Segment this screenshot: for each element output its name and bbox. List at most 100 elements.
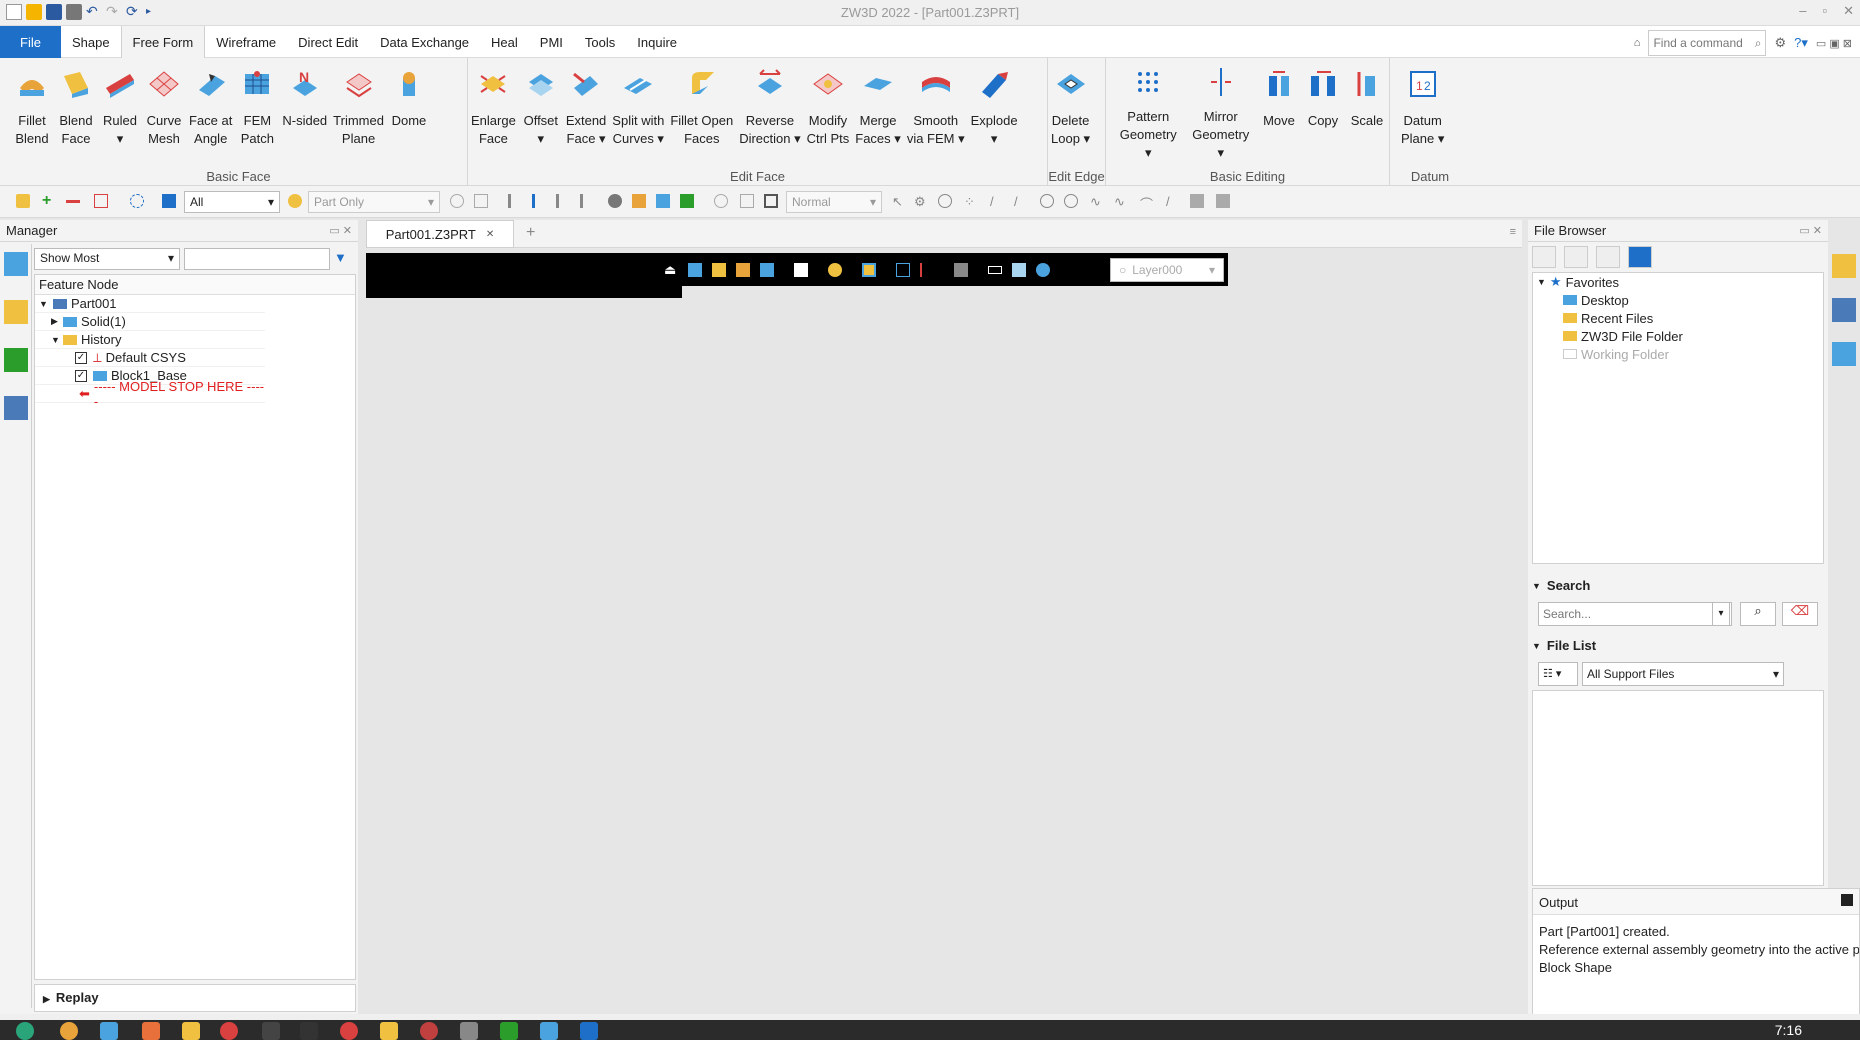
face-at-angle-button[interactable]: Face at Angle xyxy=(186,62,235,162)
tab-wireframe[interactable]: Wireframe xyxy=(205,26,287,58)
surface2-icon[interactable] xyxy=(1216,194,1230,208)
app-icon[interactable] xyxy=(500,1022,518,1040)
expand-arrow-icon[interactable]: ▶ xyxy=(51,316,63,327)
render-icon[interactable] xyxy=(680,194,694,208)
view-mode-select[interactable]: ☷ ▾ xyxy=(1538,662,1578,686)
part-filter-icon[interactable] xyxy=(288,194,302,208)
smooth-via-fem-button[interactable]: Smooth via FEM ▾ xyxy=(904,62,968,162)
palette-tab-icon[interactable] xyxy=(1832,298,1856,322)
lasso-icon[interactable] xyxy=(130,194,144,208)
tab-pmi[interactable]: PMI xyxy=(529,26,574,58)
dome-button[interactable]: Dome xyxy=(387,62,431,162)
pattern-geometry-button[interactable]: Pattern Geometry ▾ xyxy=(1112,62,1185,162)
fem-patch-button[interactable]: FEM Patch xyxy=(235,62,279,162)
tree-node-solid[interactable]: ▶ Solid(1) xyxy=(35,313,265,331)
maximize-icon[interactable]: ▫ xyxy=(1822,3,1827,19)
app-icon[interactable] xyxy=(262,1022,280,1040)
tree-item-desktop[interactable]: Desktop xyxy=(1533,291,1823,309)
layer-toggle-icon[interactable] xyxy=(1036,263,1050,277)
snap-icon[interactable] xyxy=(450,194,464,208)
fillet-open-faces-button[interactable]: Fillet Open Faces xyxy=(667,62,736,162)
tree-node-history[interactable]: ▼ History xyxy=(35,331,265,349)
zw3d-icon[interactable] xyxy=(580,1022,598,1040)
datum-plane-button[interactable]: 1 2 Datum Plane ▾ xyxy=(1398,62,1447,162)
funnel-icon[interactable]: ▼ xyxy=(334,250,347,265)
delete-loop-button[interactable]: Delete Loop ▾ xyxy=(1048,62,1093,162)
modify-ctrl-pts-button[interactable]: Modify Ctrl Pts xyxy=(804,62,853,162)
app-icon[interactable] xyxy=(60,1022,78,1040)
doc-tab-part001[interactable]: Part001.Z3PRT ✕ xyxy=(366,220,514,248)
dimension-icon[interactable] xyxy=(920,263,934,277)
n-sided-button[interactable]: N N-sided xyxy=(279,62,330,162)
sun-icon[interactable] xyxy=(828,263,842,277)
file-search-input[interactable]: Search... xyxy=(1538,602,1732,626)
assembly-tab-icon[interactable] xyxy=(4,300,28,324)
remove-icon[interactable] xyxy=(66,200,80,203)
distribute-icon[interactable] xyxy=(580,194,594,208)
copy-button[interactable]: Copy xyxy=(1301,62,1345,162)
tab-data-exchange[interactable]: Data Exchange xyxy=(369,26,480,58)
window-ctrl-small-icons[interactable]: ▭ ▣ ⊠ xyxy=(1816,37,1852,50)
filter-select[interactable]: All ▾ xyxy=(184,191,280,213)
blend-face-button[interactable]: Blend Face xyxy=(54,62,98,162)
render-mode-select[interactable]: Normal ▾ xyxy=(786,191,882,213)
search-dropdown-arrow[interactable]: ▾ xyxy=(1712,602,1730,626)
pick-icon[interactable] xyxy=(16,194,30,208)
pencil-icon[interactable] xyxy=(712,263,726,277)
display-icon[interactable] xyxy=(954,263,968,277)
show-most-select[interactable]: Show Most ▾ xyxy=(34,248,180,270)
view-icon[interactable] xyxy=(656,194,670,208)
refresh-icon[interactable] xyxy=(1628,246,1652,268)
surface-icon[interactable] xyxy=(1190,194,1204,208)
search-section-header[interactable]: ▼ Search xyxy=(1532,578,1590,593)
tree-filter-input[interactable] xyxy=(184,248,330,270)
box-icon[interactable] xyxy=(760,263,774,277)
tab-heal[interactable]: Heal xyxy=(480,26,529,58)
close-tab-icon[interactable]: ✕ xyxy=(486,229,494,240)
cursor-icon[interactable]: ↖ xyxy=(892,194,906,209)
view-manager-tab-icon[interactable] xyxy=(4,348,28,372)
section-icon[interactable] xyxy=(896,263,910,277)
part-filter-select[interactable]: Part Only ▾ xyxy=(308,191,440,213)
stop-icon[interactable] xyxy=(764,194,778,208)
app-icon[interactable] xyxy=(460,1022,478,1040)
view-cube-icon[interactable] xyxy=(688,263,702,277)
output-stop-icon[interactable] xyxy=(1841,894,1853,906)
arc-icon[interactable]: ⌒ xyxy=(1140,194,1154,212)
app-icon[interactable] xyxy=(540,1022,558,1040)
file-type-select[interactable]: All Support Files ▾ xyxy=(1582,662,1784,686)
scale-button[interactable]: Scale xyxy=(1345,62,1389,162)
tab-menu-icon[interactable]: ≡ xyxy=(1510,226,1516,238)
history-tab-icon[interactable] xyxy=(4,252,28,276)
collapse-arrow-icon[interactable]: ▼ xyxy=(39,299,53,309)
points-icon[interactable]: ⁘ xyxy=(964,194,978,209)
tab-free-form[interactable]: Free Form xyxy=(120,26,206,58)
wrench-icon[interactable] xyxy=(608,194,622,208)
browser-icon[interactable] xyxy=(340,1022,358,1040)
find-command-input[interactable]: Find a command ⌕ xyxy=(1648,30,1767,56)
curve-mesh-button[interactable]: Curve Mesh xyxy=(142,62,186,162)
app-icon[interactable] xyxy=(220,1022,238,1040)
app-icon[interactable] xyxy=(100,1022,118,1040)
tab-file[interactable]: File xyxy=(0,26,61,58)
panel-pin-close-icons[interactable]: ▭ ✕ xyxy=(1799,224,1822,237)
line2-icon[interactable]: / xyxy=(1014,194,1028,209)
app-icon[interactable] xyxy=(142,1022,160,1040)
up-folder-icon[interactable] xyxy=(1596,246,1620,268)
split-with-curves-button[interactable]: Split with Curves ▾ xyxy=(609,62,667,162)
align-right-icon[interactable] xyxy=(556,194,570,208)
zoom-fit-icon[interactable] xyxy=(862,263,876,277)
offset-button[interactable]: Offset ▾ xyxy=(519,62,563,162)
graphics-viewport[interactable] xyxy=(366,218,1522,1008)
app-icon[interactable] xyxy=(420,1022,438,1040)
clock-icon[interactable] xyxy=(714,194,728,208)
grid-icon[interactable] xyxy=(474,194,488,208)
layer-icon[interactable] xyxy=(632,194,646,208)
minimize-icon[interactable]: – xyxy=(1799,3,1806,19)
tab-inquire[interactable]: Inquire xyxy=(626,26,688,58)
collapse-arrow-icon[interactable]: ▼ xyxy=(51,335,63,345)
clear-search-button[interactable]: ⌫ xyxy=(1782,602,1818,626)
play-icon[interactable] xyxy=(938,194,952,208)
mirror-geometry-button[interactable]: Mirror Geometry ▾ xyxy=(1185,62,1258,162)
replay-section[interactable]: ▶ Replay xyxy=(34,984,356,1012)
